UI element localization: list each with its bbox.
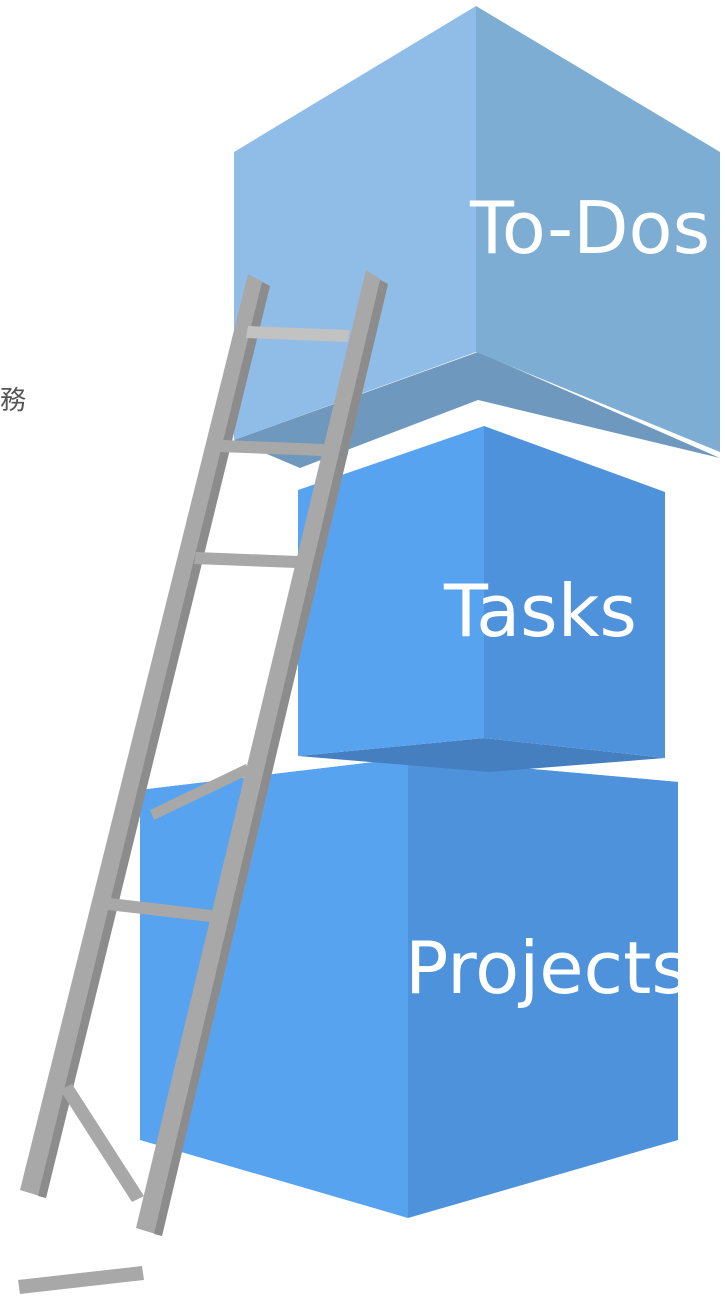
block-projects-label: Projects [405, 926, 689, 1010]
block-tasks: Tasks [298, 426, 665, 772]
block-projects: Projects [140, 758, 689, 1218]
block-todos-label: To-Dos [469, 186, 710, 270]
ladder-ground-piece [18, 1266, 144, 1294]
stacked-blocks-diagram: Projects Tasks To-Dos [18, 6, 720, 1294]
ladder-fallen-rung [60, 1084, 144, 1202]
block-tasks-label: Tasks [443, 569, 637, 653]
side-text: 務 [0, 386, 27, 416]
ladder-rung [194, 552, 298, 568]
block-todos: To-Dos [234, 6, 720, 468]
diagram-stage: Projects Tasks To-Dos 務 [0, 0, 725, 1308]
